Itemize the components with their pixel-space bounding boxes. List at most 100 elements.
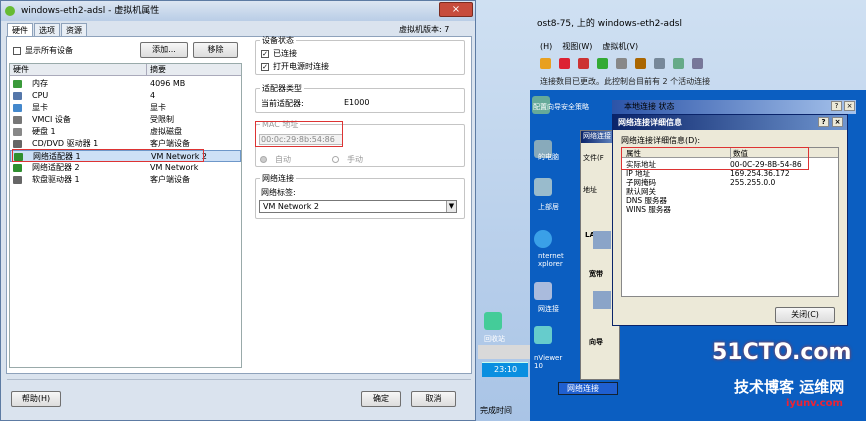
col-hardware[interactable]: 硬件 xyxy=(13,64,29,75)
reset-icon[interactable] xyxy=(578,57,589,69)
connect-power-on-checkbox[interactable]: ✓ 打开电源时连接 xyxy=(261,61,329,72)
menu-help[interactable]: (H) xyxy=(540,42,552,51)
device-icon xyxy=(13,140,22,148)
menu-vm[interactable]: 虚拟机(V) xyxy=(602,41,638,52)
network-label-select[interactable]: VM Network 2 ▼ xyxy=(259,200,457,213)
list-item[interactable]: IP 地址 169.254.36.172 xyxy=(626,169,790,178)
network-icon[interactable] xyxy=(673,57,684,69)
chevron-down-icon[interactable]: ▼ xyxy=(446,201,456,212)
desktop-label: nternet xplorer xyxy=(538,252,564,268)
connect-power-on-label: 打开电源时连接 xyxy=(273,62,329,71)
console-title: ost8-75, 上的 windows-eth2-adsl xyxy=(537,19,682,29)
viewer-icon[interactable] xyxy=(534,326,552,344)
lan-adapter-icon[interactable] xyxy=(593,231,611,249)
close-icon[interactable]: × xyxy=(439,2,473,17)
hardware-summary: 客户端设备 xyxy=(150,175,190,184)
desktop-label: 回收站 xyxy=(484,335,505,343)
tab-options[interactable]: 选项 xyxy=(34,23,60,37)
show-all-label: 显示所有设备 xyxy=(25,46,73,55)
remove-button[interactable]: 移除 xyxy=(193,42,238,58)
show-all-devices-checkbox[interactable]: 显示所有设备 xyxy=(13,45,73,56)
taskbar-network-button[interactable]: 网络连接 xyxy=(558,382,618,395)
help-icon[interactable]: ? xyxy=(831,101,842,111)
list-item[interactable]: DNS 服务器 xyxy=(626,196,667,205)
network-selected-value: VM Network 2 xyxy=(263,202,319,211)
hardware-table: 硬件 摘要 内存 4096 MB CPU 4 显卡 显卡 VMCI 设备 受限制 硬盘 1 虚拟磁… xyxy=(9,63,242,368)
add-button[interactable]: 添加... xyxy=(140,42,188,58)
hardware-summary: 4 xyxy=(150,91,156,100)
hardware-summary: 受限制 xyxy=(150,115,174,124)
cancel-button[interactable]: 取消 xyxy=(411,391,456,407)
desktop-label: 的电脑 xyxy=(538,153,559,161)
connection-details-dialog: 网络连接详细信息 ? × 网络连接详细信息(D): 属性 数值 实际地址 00-0… xyxy=(612,114,848,326)
network-connections-icon[interactable] xyxy=(534,282,552,300)
details-title: 网络连接详细信息 ? × xyxy=(613,115,847,130)
pause-icon[interactable] xyxy=(540,57,551,69)
current-adapter-label: 当前适配器: xyxy=(261,99,304,108)
network-label-caption: 网络标签: xyxy=(261,188,296,197)
ie-icon[interactable] xyxy=(534,230,552,248)
console-status: 完成时间 xyxy=(480,406,512,415)
auto-label: 自动 xyxy=(275,155,291,164)
list-item[interactable]: WINS 服务器 xyxy=(626,205,671,214)
desktop-label: 安全策略 xyxy=(561,103,589,111)
device-icon xyxy=(13,104,22,112)
device-icon xyxy=(13,128,22,136)
close-button[interactable]: 关闭(C) xyxy=(775,307,835,323)
stop-icon[interactable] xyxy=(559,57,570,69)
hardware-summary: 虚拟磁盘 xyxy=(150,127,182,136)
connection-notice: 连接数目已更改。此控制台目前有 2 个活动连接 xyxy=(540,77,711,86)
broadband-label: 宽带 xyxy=(589,270,603,278)
menu-file[interactable]: 文件(F xyxy=(583,153,604,163)
help-button[interactable]: 帮助(H) xyxy=(11,391,61,407)
desktop-label: 网连接 xyxy=(538,305,559,313)
hardware-row[interactable]: 软盘驱动器 1 客户端设备 xyxy=(10,174,241,186)
vm-properties-dialog: windows-eth2-adsl - 虚拟机属性 × 硬件 选项 资源 虚拟机… xyxy=(0,0,476,421)
details-subtitle: 网络连接详细信息(D): xyxy=(621,136,701,145)
recycle-bin-icon[interactable] xyxy=(484,312,502,330)
connected-checkbox[interactable]: ✓ 已连接 xyxy=(261,48,297,59)
console-toolbar xyxy=(540,54,866,72)
vm-icon xyxy=(5,6,15,16)
wizard-label: 向导 xyxy=(589,338,603,346)
auto-radio[interactable]: 自动 xyxy=(260,154,291,165)
connected-label: 已连接 xyxy=(273,49,297,58)
highlight-box xyxy=(12,149,204,162)
hardware-name: 显卡 xyxy=(32,103,48,112)
close-icon[interactable]: × xyxy=(844,101,855,111)
hardware-row[interactable]: 硬盘 1 虚拟磁盘 xyxy=(10,126,241,138)
watermark-line2: 技术博客 运维网 xyxy=(734,378,845,396)
desktop-label: 上部居 xyxy=(538,203,559,211)
broadband-icon[interactable] xyxy=(593,291,611,309)
close-icon[interactable]: × xyxy=(832,117,843,127)
manage-icon[interactable] xyxy=(654,57,665,69)
hardware-row[interactable]: 网络适配器 2 VM Network xyxy=(10,162,241,174)
settings-icon[interactable] xyxy=(692,57,703,69)
hardware-row[interactable]: 显卡 显卡 xyxy=(10,102,241,114)
menu-view[interactable]: 视图(W) xyxy=(562,41,592,52)
snapshot-icon[interactable] xyxy=(616,57,627,69)
console-menubar: (H) 视图(W) 虚拟机(V) xyxy=(470,38,866,54)
revert-icon[interactable] xyxy=(635,57,646,69)
ok-button[interactable]: 确定 xyxy=(361,391,401,407)
hardware-name: 内存 xyxy=(32,79,48,88)
dialog-title: windows-eth2-adsl - 虚拟机属性 xyxy=(1,1,475,21)
tab-hardware[interactable]: 硬件 xyxy=(7,23,33,37)
device-icon xyxy=(13,176,22,184)
vm-version: 虚拟机版本: 7 xyxy=(399,25,450,34)
hardware-row[interactable]: 内存 4096 MB xyxy=(10,78,241,90)
tab-resources[interactable]: 资源 xyxy=(61,23,87,37)
help-icon[interactable]: ? xyxy=(818,117,829,127)
manual-radio[interactable]: 手动 xyxy=(332,154,363,165)
checkbox-icon[interactable] xyxy=(13,46,21,55)
list-item[interactable]: 子网掩码 255.255.0.0 xyxy=(626,178,775,187)
list-item[interactable]: 默认网关 xyxy=(626,187,656,196)
hardware-row[interactable]: CPU 4 xyxy=(10,90,241,102)
device-icon xyxy=(13,116,22,124)
play-icon[interactable] xyxy=(597,57,608,69)
status-title-text: 本地连接 状态 xyxy=(624,102,675,111)
hardware-row[interactable]: VMCI 设备 受限制 xyxy=(10,114,241,126)
col-summary[interactable]: 摘要 xyxy=(146,64,166,75)
neighborhood-icon[interactable] xyxy=(534,178,552,196)
table-header: 硬件 摘要 xyxy=(10,64,241,76)
